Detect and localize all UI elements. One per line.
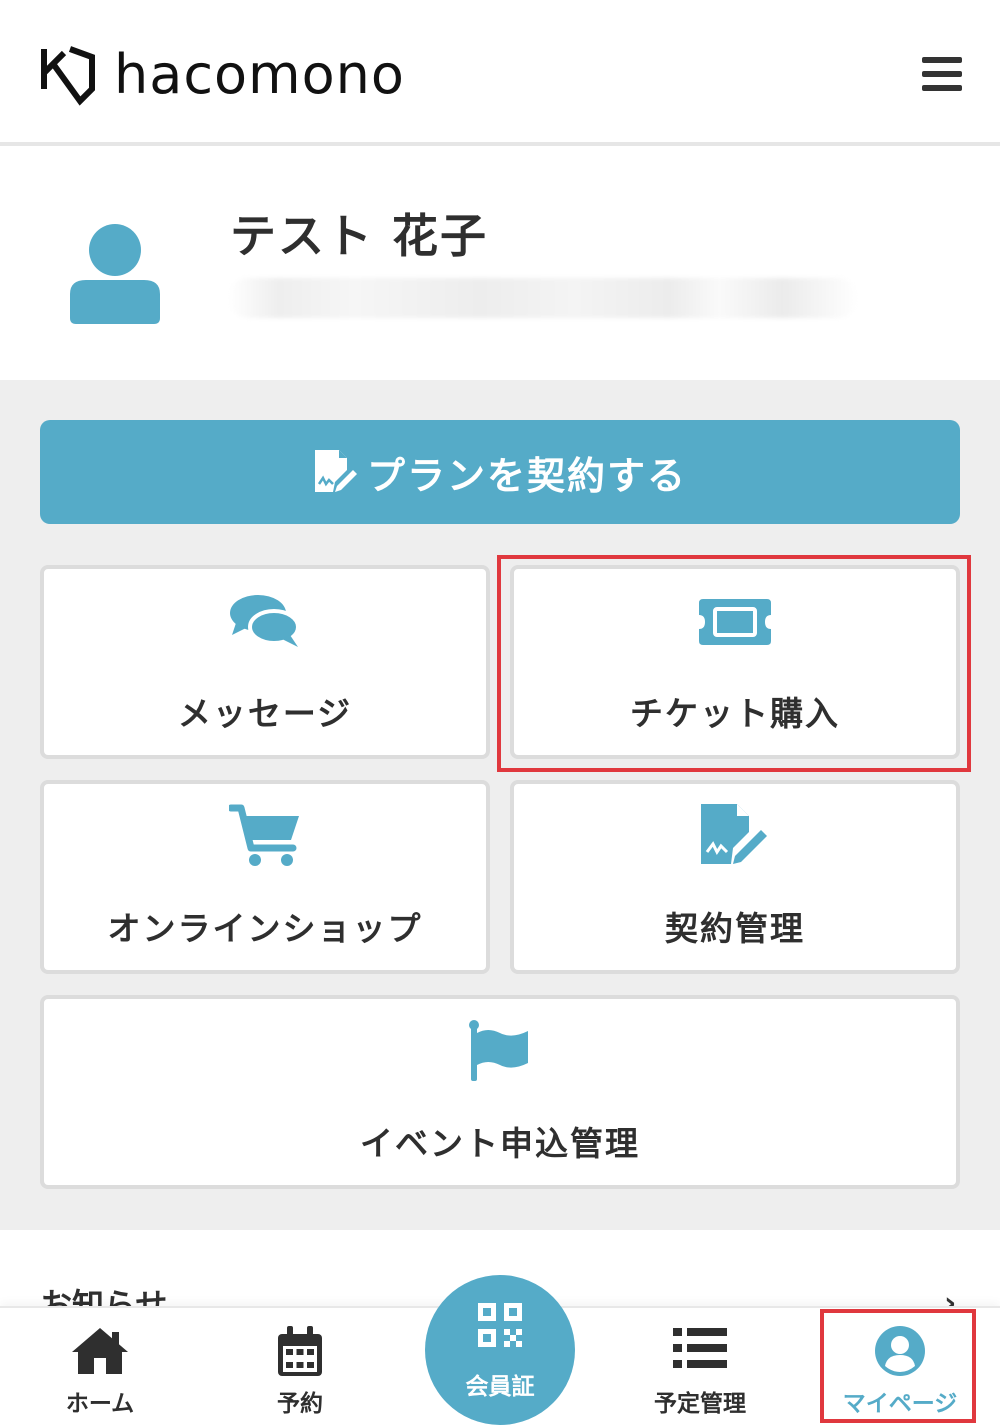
nav-member-card-label: 会員証 — [465, 1374, 535, 1400]
list-icon — [673, 1328, 727, 1368]
online-shop-card[interactable]: オンラインショップ — [40, 780, 490, 974]
shopping-cart-icon — [229, 804, 299, 866]
event-application-card[interactable]: イベント申込管理 — [40, 995, 960, 1189]
nav-member-card[interactable]: 会員証 — [425, 1275, 575, 1425]
contract-plan-label: プランを契約する — [366, 453, 687, 498]
logo[interactable]: hacomono — [40, 42, 405, 108]
calendar-icon — [278, 1326, 322, 1376]
message-card[interactable]: メッセージ — [40, 565, 490, 759]
profile-section: テスト 花子 — [0, 150, 1000, 380]
online-shop-label: オンラインショップ — [107, 909, 423, 948]
contract-plan-button[interactable]: プランを契約する — [40, 420, 960, 524]
chat-bubbles-icon — [230, 595, 300, 647]
nav-home-label: ホーム — [65, 1391, 135, 1417]
app-header: hacomono — [0, 0, 1000, 146]
profile-name: テスト 花子 — [230, 209, 489, 263]
hamburger-menu-icon[interactable] — [922, 57, 962, 91]
hacomono-logo-icon — [41, 46, 95, 106]
nav-schedule[interactable]: 予定管理 — [600, 1308, 800, 1426]
nav-home[interactable]: ホーム — [0, 1308, 200, 1426]
home-icon — [72, 1328, 128, 1374]
logo-text: hacomono — [114, 43, 405, 106]
message-label: メッセージ — [177, 694, 353, 733]
user-avatar-icon — [70, 224, 160, 324]
nav-reserve-label: 予約 — [277, 1391, 323, 1417]
mypage-highlight-box — [820, 1309, 976, 1423]
event-application-label: イベント申込管理 — [360, 1124, 640, 1163]
qr-code-icon — [478, 1303, 522, 1347]
flag-icon — [469, 1020, 528, 1081]
contract-management-label: 契約管理 — [665, 909, 805, 948]
contract-sign-icon — [701, 804, 767, 864]
nav-reserve[interactable]: 予約 — [200, 1308, 400, 1426]
contract-sign-icon — [314, 450, 357, 492]
contract-management-card[interactable]: 契約管理 — [510, 780, 960, 974]
profile-sub-info — [228, 278, 858, 318]
nav-schedule-label: 予定管理 — [654, 1391, 746, 1417]
ticket-highlight-box — [497, 555, 971, 772]
